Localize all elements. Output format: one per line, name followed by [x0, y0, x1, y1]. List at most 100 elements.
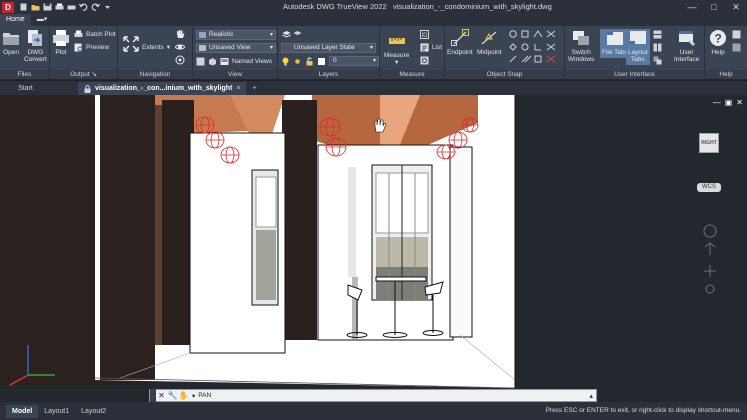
dwg-convert-button[interactable]: DWG Convert: [24, 29, 47, 63]
rendered-3d-scene[interactable]: [0, 95, 747, 402]
view-icon: [199, 45, 206, 51]
viewport-close-icon[interactable]: ✕: [736, 98, 743, 107]
panel-output: Plot Batch Plot Preview Output ↘: [50, 26, 118, 80]
orbit-icon[interactable]: [175, 42, 185, 52]
viewcube[interactable]: RIGHT: [699, 133, 719, 153]
undo-icon[interactable]: [79, 3, 88, 11]
open-button[interactable]: Open: [2, 29, 20, 56]
open-folder-icon: [3, 33, 19, 45]
switch-windows-button[interactable]: Switch Windows: [568, 29, 594, 63]
id-point-icon[interactable]: ID: [420, 30, 429, 39]
close-icon[interactable]: ✕: [725, 0, 747, 14]
viewport-controls: — ▣ ✕: [713, 98, 743, 107]
named-views-icon[interactable]: [220, 57, 229, 66]
chevron-down-icon: ▾: [395, 59, 399, 66]
plot-button[interactable]: Plot: [52, 29, 70, 56]
layer-color-swatch-icon[interactable]: [317, 57, 326, 66]
recent-commands-icon[interactable]: ✋: [178, 390, 189, 401]
close-tab-icon[interactable]: ×: [236, 82, 240, 95]
named-views-button[interactable]: Named Views: [232, 58, 272, 65]
panel-dialog-launcher-icon[interactable]: ↘: [91, 71, 96, 78]
help-button[interactable]: ? Help: [709, 29, 727, 56]
layer-states-icon[interactable]: [293, 30, 302, 39]
list-button[interactable]: List: [420, 43, 442, 52]
panel-view: Realistic ▾ Unsaved View ▾ Named Views Vie…: [193, 26, 278, 80]
bulb-on-icon[interactable]: [281, 57, 290, 66]
layout-tab-layout1[interactable]: Layout1: [38, 405, 75, 418]
viewport-minimize-icon[interactable]: —: [713, 98, 721, 107]
navigation-bar[interactable]: [701, 223, 719, 303]
new-file-icon[interactable]: [19, 3, 28, 11]
command-history-toggle-icon[interactable]: ▴: [589, 392, 593, 400]
panel-label-navigation: Navigation: [118, 70, 192, 79]
command-prompt-marker: ▾: [192, 392, 196, 400]
steering-wheel-icon[interactable]: [175, 55, 185, 65]
view-tools-row: Named Views: [196, 57, 272, 66]
command-line[interactable]: ✕ 🔧 ✋ ▾ PAN ▴: [149, 389, 597, 402]
osnap-grid[interactable]: [509, 29, 563, 69]
viewport-restore-icon[interactable]: ▣: [725, 98, 733, 107]
user-interface-button[interactable]: User Interface: [674, 29, 699, 63]
ribbon-options-dropdown[interactable]: ▬▾: [31, 14, 54, 26]
customize-wrench-icon[interactable]: 🔧: [167, 390, 178, 401]
panel-navigation: Extents ▾ Navigation: [118, 26, 193, 80]
cascade-icon[interactable]: [653, 56, 662, 65]
endpoint-snap-button[interactable]: Endpoint: [447, 29, 473, 56]
batch-plot-icon[interactable]: [67, 3, 76, 11]
save-icon[interactable]: [43, 3, 52, 11]
layout-tabs-button[interactable]: Layout Tabs: [626, 29, 650, 65]
chevron-down-icon: ▾: [269, 45, 273, 51]
measure-button[interactable]: Measure ▾: [384, 32, 409, 66]
customize-dropdown-icon[interactable]: [103, 3, 112, 11]
batch-plot-button[interactable]: Batch Plot: [74, 30, 116, 39]
layer-properties-icon[interactable]: [282, 30, 291, 39]
preview-button[interactable]: Preview: [74, 43, 109, 52]
tab-drawing[interactable]: visualization_-_con...inium_with_skyligh…: [78, 82, 247, 95]
locate-point-icon[interactable]: [420, 56, 429, 65]
new-tab-button[interactable]: +: [246, 82, 262, 95]
visual-style-dropdown[interactable]: Realistic ▾: [196, 30, 276, 40]
info-icon[interactable]: [732, 30, 741, 39]
extents-dropdown[interactable]: Extents ▾: [142, 43, 170, 52]
help-icon: ?: [710, 30, 726, 46]
app-menu-button[interactable]: D: [2, 1, 14, 13]
drawing-viewport[interactable]: — ▣ ✕ RIGHT WCS: [0, 95, 747, 402]
panel-label-help: Help: [705, 70, 747, 79]
about-icon[interactable]: [732, 43, 741, 52]
pan-hand-icon[interactable]: [175, 29, 185, 39]
saved-view-dropdown[interactable]: Unsaved View ▾: [196, 43, 276, 53]
lock-icon: [84, 84, 91, 93]
open-folder-icon[interactable]: [31, 3, 40, 11]
window-title: Autodesk DWG TrueView 2022 visualization…: [283, 2, 552, 11]
viewport-icon[interactable]: [196, 57, 205, 66]
redo-icon[interactable]: [91, 3, 100, 11]
unlock-icon[interactable]: [305, 57, 314, 66]
layer-state-dropdown[interactable]: Unsaved Layer State ▾: [281, 43, 376, 53]
panel-label-output: Output ↘: [50, 70, 117, 79]
layout-tab-layout2[interactable]: Layout2: [75, 405, 112, 418]
tab-home[interactable]: Home: [0, 14, 31, 26]
ribbon: Open DWG Convert Files Plot Batch Plot P…: [0, 26, 747, 80]
minimize-icon[interactable]: —: [681, 0, 703, 14]
plot-icon[interactable]: [55, 3, 64, 11]
tile-vertical-icon[interactable]: [653, 43, 662, 52]
command-prompt: PAN: [198, 392, 212, 399]
panel-label-layers: Layers: [278, 70, 379, 79]
panel-object-snap: Endpoint Midpoint Object Snap: [445, 26, 565, 80]
current-layer-dropdown[interactable]: 0 ▾: [329, 56, 379, 66]
tile-horizontal-icon[interactable]: [653, 30, 662, 39]
svg-text:?: ?: [715, 32, 722, 46]
zoom-extents-icon[interactable]: [122, 35, 140, 53]
close-command-line-icon[interactable]: ✕: [156, 390, 167, 401]
tab-start[interactable]: Start: [12, 82, 78, 95]
batch-plot-icon: [74, 30, 83, 37]
midpoint-snap-button[interactable]: Midpoint: [477, 29, 502, 56]
file-tab-bar: Start visualization_-_con...inium_with_s…: [0, 81, 747, 95]
panel-files: Open DWG Convert Files: [0, 26, 50, 80]
wcs-menu[interactable]: WCS: [697, 183, 721, 192]
maximize-icon[interactable]: □: [703, 0, 725, 14]
layout-tab-model[interactable]: Model: [6, 404, 39, 418]
3d-box-icon[interactable]: [208, 57, 217, 66]
sun-thaw-icon[interactable]: [293, 57, 302, 66]
panel-label-object-snap: Object Snap: [445, 70, 564, 79]
